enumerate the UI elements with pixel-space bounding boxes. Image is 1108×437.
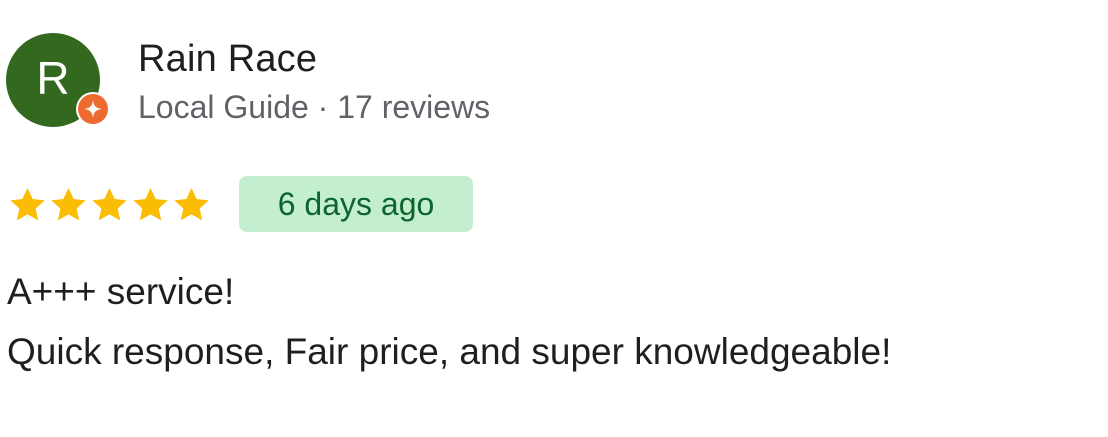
review-line: A+++ service! [7,271,235,312]
star-icon [92,188,127,221]
local-guide-star-icon [78,94,108,124]
reviewer-meta: Local Guide · 17 reviews [138,89,491,125]
star-rating [7,185,212,225]
review-line: Quick response, Fair price, and super kn… [7,331,892,372]
star-icon [133,188,168,221]
review-card: R Rain Race Local Guide · 17 reviews 6 d… [0,0,1108,437]
star-icon [174,188,209,221]
review-text: A+++ service! Quick response, Fair price… [7,262,1102,382]
local-guide-badge [76,92,110,126]
avatar-initial: R [36,52,70,104]
star-icon [51,188,86,221]
reviewer-name[interactable]: Rain Race [138,37,317,81]
date-badge: 6 days ago [239,176,473,232]
review-date: 6 days ago [277,186,435,222]
star-icon [10,188,45,221]
